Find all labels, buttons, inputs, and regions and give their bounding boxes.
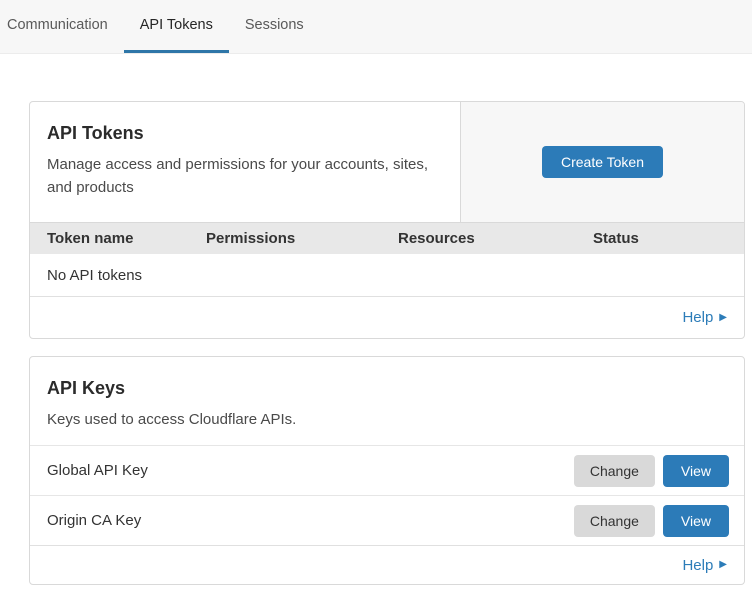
api-keys-card-header: API Keys Keys used to access Cloudflare … [30, 357, 744, 445]
global-api-key-row: Global API Key Change View [30, 445, 744, 495]
empty-tokens-message: No API tokens [47, 267, 142, 284]
api-tokens-card-header: API Tokens Manage access and permissions… [30, 102, 744, 222]
key-actions: Change View [574, 455, 729, 487]
api-tokens-description: Manage access and permissions for your a… [47, 153, 437, 200]
help-link-label: Help [682, 309, 713, 326]
change-button[interactable]: Change [574, 455, 655, 487]
change-button[interactable]: Change [574, 505, 655, 537]
key-actions: Change View [574, 505, 729, 537]
tab-communication[interactable]: Communication [7, 0, 124, 53]
api-keys-card: API Keys Keys used to access Cloudflare … [29, 356, 745, 585]
key-name-label: Global API Key [47, 462, 148, 479]
column-header-status: Status [593, 230, 744, 247]
api-tokens-card-header-action: Create Token [460, 102, 744, 222]
api-tokens-title: API Tokens [47, 123, 443, 144]
api-tokens-help-link[interactable]: Help ▶ [682, 309, 727, 326]
tab-api-tokens[interactable]: API Tokens [124, 0, 229, 53]
view-button[interactable]: View [663, 505, 729, 537]
page-content: API Tokens Manage access and permissions… [0, 54, 752, 585]
column-header-resources: Resources [398, 230, 593, 247]
arrow-right-icon: ▶ [719, 313, 727, 323]
api-keys-help-link[interactable]: Help ▶ [682, 557, 727, 574]
view-button[interactable]: View [663, 455, 729, 487]
tab-sessions[interactable]: Sessions [229, 0, 320, 53]
tokens-table-header: Token name Permissions Resources Status [30, 222, 744, 254]
create-token-button[interactable]: Create Token [542, 146, 663, 178]
column-header-token-name: Token name [47, 230, 206, 247]
api-tokens-card: API Tokens Manage access and permissions… [29, 101, 745, 339]
key-name-label: Origin CA Key [47, 512, 141, 529]
help-link-label: Help [682, 557, 713, 574]
api-keys-description: Keys used to access Cloudflare APIs. [47, 408, 437, 431]
api-tokens-card-footer: Help ▶ [30, 296, 744, 338]
origin-ca-key-row: Origin CA Key Change View [30, 495, 744, 545]
api-keys-card-footer: Help ▶ [30, 545, 744, 584]
tab-bar: Communication API Tokens Sessions [0, 0, 752, 54]
column-header-permissions: Permissions [206, 230, 398, 247]
api-tokens-card-header-text: API Tokens Manage access and permissions… [30, 102, 460, 222]
tokens-empty-row: No API tokens [30, 254, 744, 296]
api-keys-title: API Keys [47, 378, 727, 399]
arrow-right-icon: ▶ [719, 560, 727, 570]
